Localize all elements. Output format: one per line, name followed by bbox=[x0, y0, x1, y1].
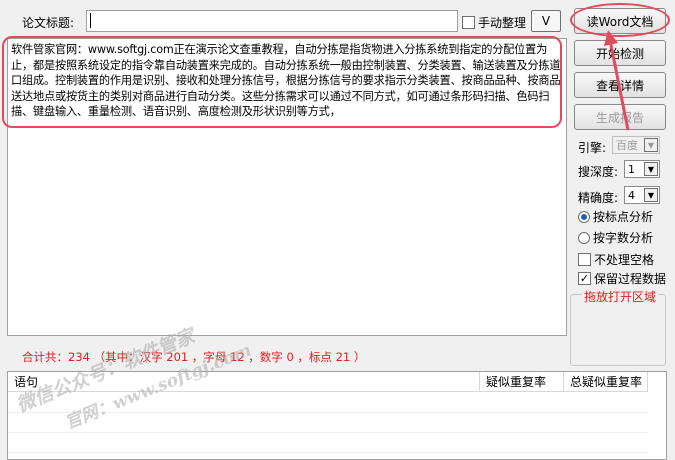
radio-punct[interactable] bbox=[578, 210, 590, 223]
text-highlight-outline bbox=[2, 36, 562, 128]
keep-data-label: 保留过程数据 bbox=[594, 272, 667, 286]
radio-punct-option[interactable]: 按标点分析 bbox=[578, 208, 653, 225]
radio-chars-label: 按字数分析 bbox=[593, 231, 654, 245]
table-row bbox=[8, 452, 648, 453]
precision-label: 精确度: bbox=[578, 191, 619, 205]
depth-select[interactable]: 1 ▼ bbox=[624, 160, 660, 178]
precision-value: 4 bbox=[628, 188, 635, 202]
text-cursor bbox=[90, 13, 91, 28]
depth-value: 1 bbox=[628, 162, 635, 176]
manual-checkbox-box[interactable] bbox=[462, 16, 475, 29]
precision-select[interactable]: 4 ▼ bbox=[624, 186, 660, 204]
depth-label: 搜深度: bbox=[578, 165, 619, 179]
radio-chars-option[interactable]: 按字数分析 bbox=[578, 229, 653, 246]
chevron-down-icon: ▼ bbox=[644, 188, 658, 202]
engine-value: 百度 bbox=[616, 139, 638, 152]
annotation-arrow bbox=[604, 30, 630, 131]
manual-label: 手动整理 bbox=[478, 16, 527, 30]
drop-area-title: 拖放打开区域 bbox=[582, 288, 659, 305]
manual-organize-checkbox[interactable]: 手动整理 bbox=[462, 14, 526, 31]
title-input[interactable] bbox=[86, 10, 458, 32]
title-label: 论文标题: bbox=[22, 16, 75, 30]
chevron-down-icon: ▼ bbox=[644, 138, 658, 152]
chevron-down-icon: ▼ bbox=[644, 162, 658, 176]
checkmark-icon[interactable]: ✓ bbox=[578, 272, 591, 285]
engine-label: 引擎: bbox=[578, 141, 607, 155]
radio-punct-label: 按标点分析 bbox=[593, 210, 654, 224]
keep-data-checkbox[interactable]: ✓ 保留过程数据 bbox=[578, 270, 666, 287]
radio-chars[interactable] bbox=[578, 231, 590, 244]
column-header-similarity[interactable]: 疑似重复率 bbox=[480, 372, 564, 392]
engine-select[interactable]: 百度 ▼ bbox=[612, 136, 660, 154]
table-row bbox=[8, 432, 648, 433]
no-space-box[interactable] bbox=[578, 253, 591, 266]
no-space-checkbox[interactable]: 不处理空格 bbox=[578, 251, 654, 268]
column-header-total-similarity[interactable]: 总疑似重复率 bbox=[564, 372, 648, 392]
no-space-label: 不处理空格 bbox=[594, 253, 655, 267]
dropdown-v-button[interactable]: V bbox=[531, 10, 561, 32]
